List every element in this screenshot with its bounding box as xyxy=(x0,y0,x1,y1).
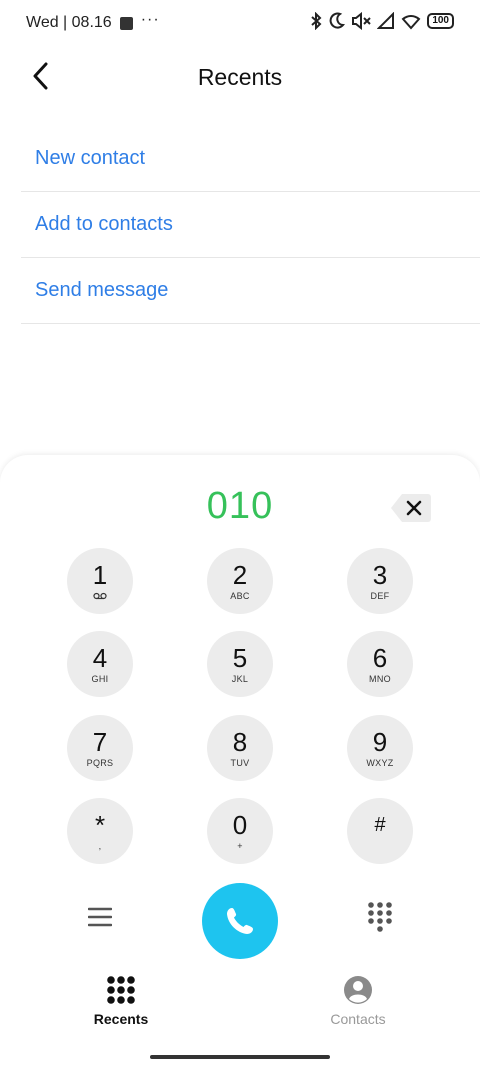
moon-icon xyxy=(329,12,346,29)
person-circle-icon xyxy=(344,976,372,1004)
key-4[interactable]: 4 GHI xyxy=(67,631,133,697)
battery-icon: 100 xyxy=(427,13,454,29)
key-digit: 7 xyxy=(92,726,108,757)
key-letters: ABC xyxy=(230,590,250,601)
bluetooth-icon xyxy=(311,12,322,30)
status-right: 100 xyxy=(309,12,454,30)
home-indicator[interactable] xyxy=(150,1055,330,1059)
key-letters: WXYZ xyxy=(366,757,394,768)
dialpad-toggle-button[interactable] xyxy=(366,901,394,935)
key-digit: 2 xyxy=(232,559,248,590)
new-contact-action[interactable]: New contact xyxy=(21,126,480,192)
status-bar: Wed | 08.16 ··· 100 xyxy=(0,0,480,46)
key-0[interactable]: 0 + xyxy=(207,798,273,864)
key-8[interactable]: 8 TUV xyxy=(207,715,273,781)
key-letters: DEF xyxy=(370,590,390,601)
signal-icon xyxy=(377,12,395,29)
key-letters: TUV xyxy=(230,757,250,768)
call-button[interactable] xyxy=(202,883,278,959)
muted-speaker-icon xyxy=(352,12,372,30)
page-title: Recents xyxy=(197,64,283,90)
nav-contacts[interactable]: Contacts xyxy=(298,975,418,1027)
key-letters: PQRS xyxy=(86,757,114,768)
nav-label: Contacts xyxy=(330,1011,386,1027)
dialpad-icon xyxy=(368,902,392,932)
key-9[interactable]: 9 WXYZ xyxy=(347,715,413,781)
key-digit: * xyxy=(94,809,106,840)
key-digit: 5 xyxy=(232,642,248,673)
key-letters: + xyxy=(237,840,243,851)
recording-icon xyxy=(119,16,133,30)
status-time: Wed | 08.16 xyxy=(26,14,112,31)
nav-recents[interactable]: Recents xyxy=(61,975,181,1027)
menu-icon xyxy=(88,907,112,927)
key-digit: 8 xyxy=(232,726,248,757)
key-2[interactable]: 2 ABC xyxy=(207,548,273,614)
bottom-nav: Recents Contacts xyxy=(0,975,480,1035)
send-message-action[interactable]: Send message xyxy=(21,258,480,324)
key-letters: JKL xyxy=(231,673,249,684)
key-digit: # xyxy=(374,813,386,836)
add-to-contacts-action[interactable]: Add to contacts xyxy=(21,192,480,258)
key-letters: , xyxy=(98,840,102,851)
key-3[interactable]: 3 DEF xyxy=(347,548,413,614)
top-bar: Recents xyxy=(0,52,480,102)
menu-button[interactable] xyxy=(86,903,114,931)
backspace-icon xyxy=(391,494,431,522)
status-left: Wed | 08.16 ··· xyxy=(26,11,160,32)
key-7[interactable]: 7 PQRS xyxy=(67,715,133,781)
wifi-icon xyxy=(401,15,421,30)
nav-label: Recents xyxy=(93,1011,149,1027)
more-notifications-icon: ··· xyxy=(140,11,160,28)
voicemail-icon xyxy=(93,592,107,600)
dialpad-grid-icon xyxy=(107,976,135,1004)
key-letters: MNO xyxy=(369,673,391,684)
key-digit: 9 xyxy=(372,726,388,757)
phone-icon xyxy=(227,908,253,934)
key-digit: 1 xyxy=(92,560,108,590)
key-digit: 0 xyxy=(232,809,248,840)
action-list: New contact Add to contacts Send message xyxy=(21,126,480,324)
key-6[interactable]: 6 MNO xyxy=(347,631,413,697)
key-digit: 4 xyxy=(92,642,108,673)
key-star[interactable]: * , xyxy=(67,798,133,864)
key-letters: GHI xyxy=(91,673,109,684)
key-1[interactable]: 1 xyxy=(67,548,133,614)
key-hash[interactable]: # xyxy=(347,798,413,864)
key-digit: 3 xyxy=(372,559,388,590)
backspace-button[interactable] xyxy=(390,493,432,523)
key-5[interactable]: 5 JKL xyxy=(207,631,273,697)
key-digit: 6 xyxy=(372,642,388,673)
